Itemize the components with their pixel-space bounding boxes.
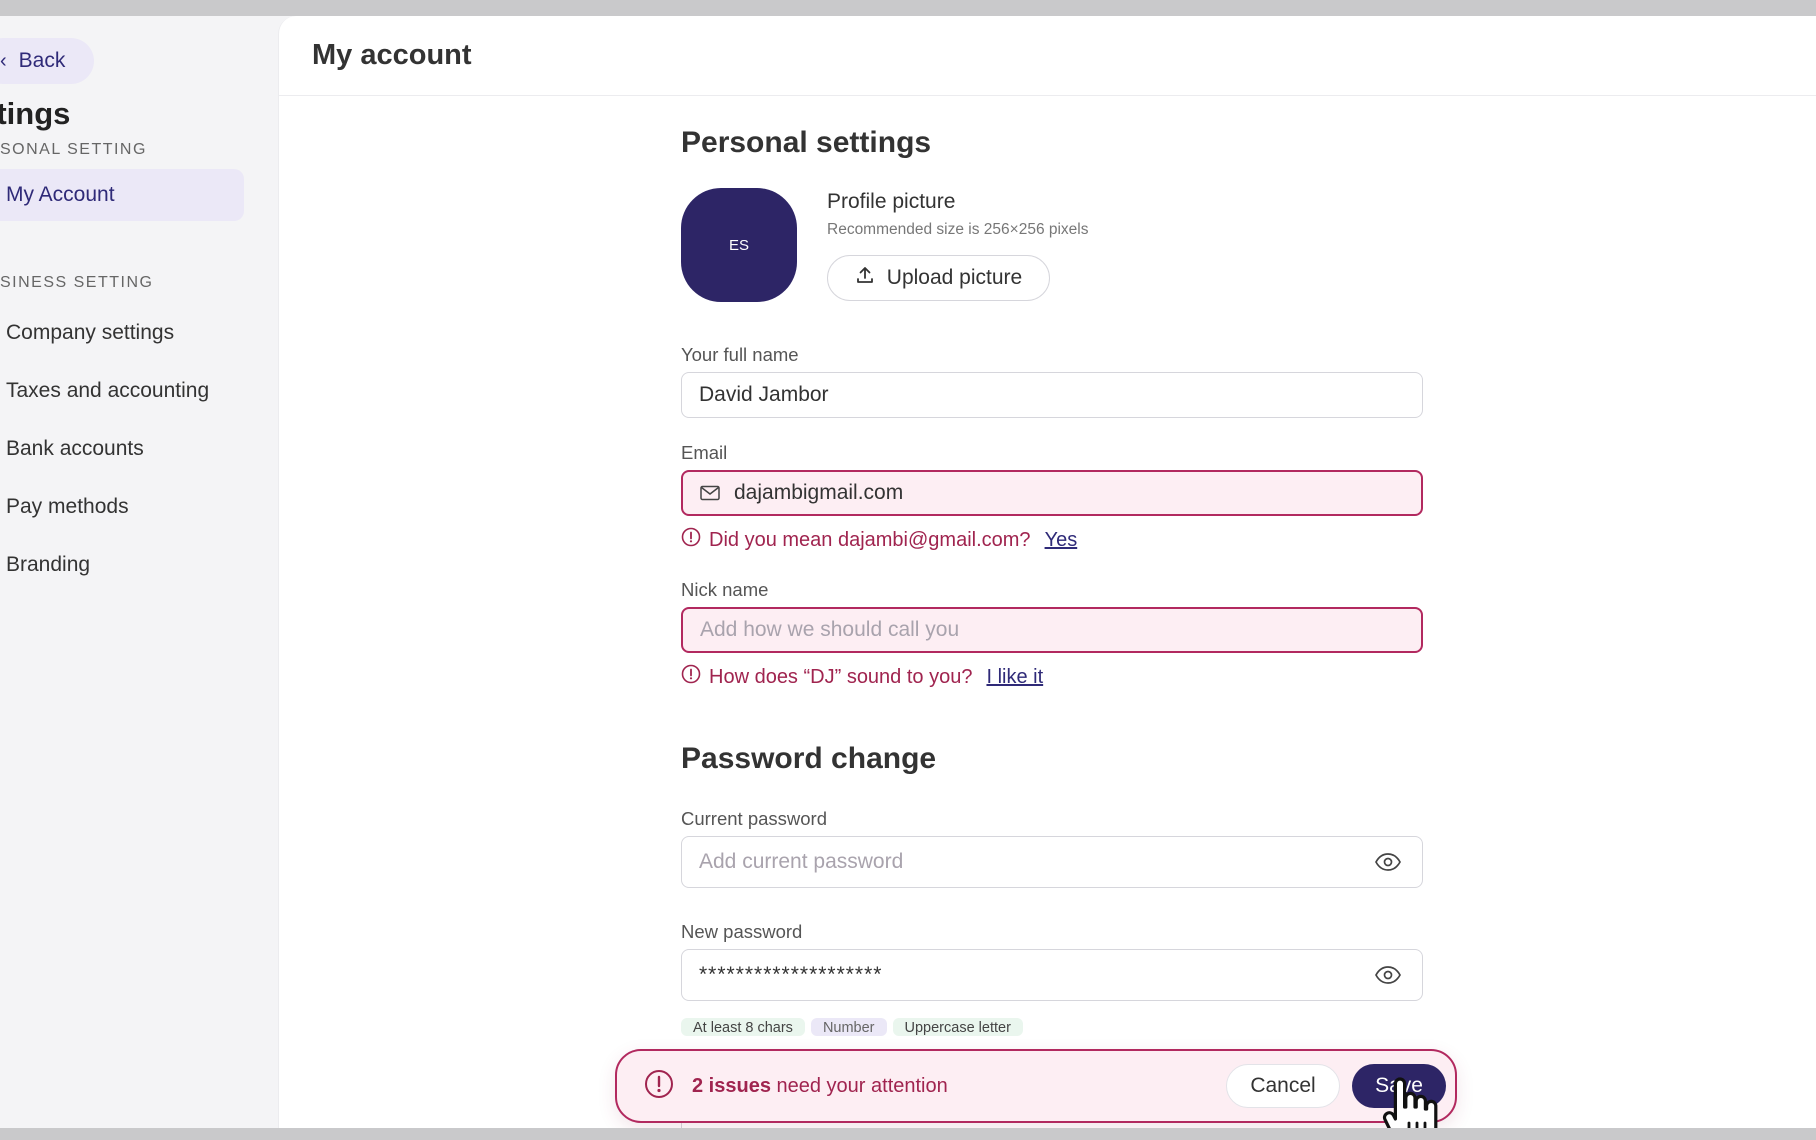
- nick-name-suggestion-text: How does “DJ” sound to you?: [709, 665, 973, 688]
- email-label: Email: [681, 442, 728, 463]
- personal-section-label: SONAL SETTING: [0, 141, 147, 158]
- upload-picture-button[interactable]: Upload picture: [827, 255, 1050, 301]
- issue-count: 2 issues: [692, 1074, 771, 1097]
- requirement-chip: Number: [810, 1018, 887, 1036]
- nick-name-label: Nick name: [681, 579, 769, 600]
- password-change-heading: Password change: [681, 742, 937, 775]
- email-suggestion: Did you mean dajambi@gmail.com? Yes: [681, 527, 1077, 553]
- current-password-placeholder: Add current password: [699, 850, 904, 873]
- full-name-label: Your full name: [681, 344, 799, 365]
- chevron-left-icon: ‹: [0, 49, 7, 72]
- sidebar-item-company-settings[interactable]: Company settings: [0, 307, 244, 359]
- alert-icon: [644, 1069, 674, 1104]
- email-suggestion-text: Did you mean dajambi@gmail.com?: [709, 528, 1031, 551]
- warning-icon: [681, 527, 701, 553]
- back-button[interactable]: ‹ Back: [0, 38, 94, 84]
- validation-toast: 2 issues need your attention Cancel Save: [615, 1049, 1457, 1123]
- email-value: dajambigmail.com: [734, 481, 904, 504]
- sidebar-title: ttings: [0, 96, 71, 131]
- toast-message: 2 issues need your attention: [692, 1075, 948, 1098]
- sidebar-item-my-account[interactable]: My Account: [0, 169, 244, 221]
- email-field[interactable]: dajambigmail.com: [681, 470, 1423, 516]
- mail-icon: [700, 485, 720, 501]
- warning-icon: [681, 664, 701, 690]
- hand-cursor-icon: [1382, 1077, 1438, 1128]
- new-password-value: ********************: [699, 963, 883, 986]
- main-panel: My account Personal settings ES Profile …: [278, 16, 1816, 1128]
- sidebar-item-pay-methods[interactable]: Pay methods: [0, 481, 244, 533]
- password-requirements: At least 8 chars Number Uppercase letter: [681, 1018, 1023, 1036]
- full-name-field[interactable]: David Jambor: [681, 372, 1423, 418]
- upload-icon: [855, 265, 875, 291]
- profile-picture-hint: Recommended size is 256×256 pixels: [827, 221, 1089, 238]
- new-password-label: New password: [681, 921, 803, 942]
- toast-text: need your attention: [770, 1074, 948, 1097]
- avatar: ES: [681, 188, 797, 302]
- sidebar-item-branding[interactable]: Branding: [0, 539, 244, 591]
- accept-email-suggestion-link[interactable]: Yes: [1045, 529, 1078, 552]
- profile-picture-title: Profile picture: [827, 190, 956, 213]
- page-header: My account: [279, 16, 1816, 96]
- nick-name-suggestion: How does “DJ” sound to you? I like it: [681, 664, 1043, 690]
- sidebar-item-taxes-accounting[interactable]: Taxes and accounting: [0, 365, 244, 417]
- page-title: My account: [312, 39, 472, 71]
- full-name-value: David Jambor: [699, 383, 829, 406]
- new-password-field[interactable]: ********************: [681, 949, 1423, 1001]
- back-label: Back: [18, 49, 66, 72]
- nick-name-field[interactable]: Add how we should call you: [681, 607, 1423, 653]
- app-window: ‹ Back ttings SONAL SETTING My Account S…: [0, 16, 1816, 1128]
- cancel-button[interactable]: Cancel: [1226, 1064, 1340, 1108]
- current-password-field[interactable]: Add current password: [681, 836, 1423, 888]
- upload-picture-label: Upload picture: [886, 266, 1023, 289]
- nick-name-placeholder: Add how we should call you: [700, 618, 960, 641]
- show-password-icon[interactable]: [1374, 853, 1402, 871]
- accept-nick-name-link[interactable]: I like it: [986, 666, 1043, 689]
- personal-settings-heading: Personal settings: [681, 126, 932, 159]
- avatar-initials: ES: [728, 236, 749, 254]
- business-section-label: SINESS SETTING: [0, 274, 154, 291]
- requirement-chip: Uppercase letter: [892, 1018, 1023, 1036]
- requirement-chip: At least 8 chars: [681, 1018, 805, 1036]
- sidebar-item-bank-accounts[interactable]: Bank accounts: [0, 423, 244, 475]
- current-password-label: Current password: [681, 808, 828, 829]
- settings-sidebar: ‹ Back ttings SONAL SETTING My Account S…: [0, 16, 278, 1128]
- show-password-icon[interactable]: [1374, 966, 1402, 984]
